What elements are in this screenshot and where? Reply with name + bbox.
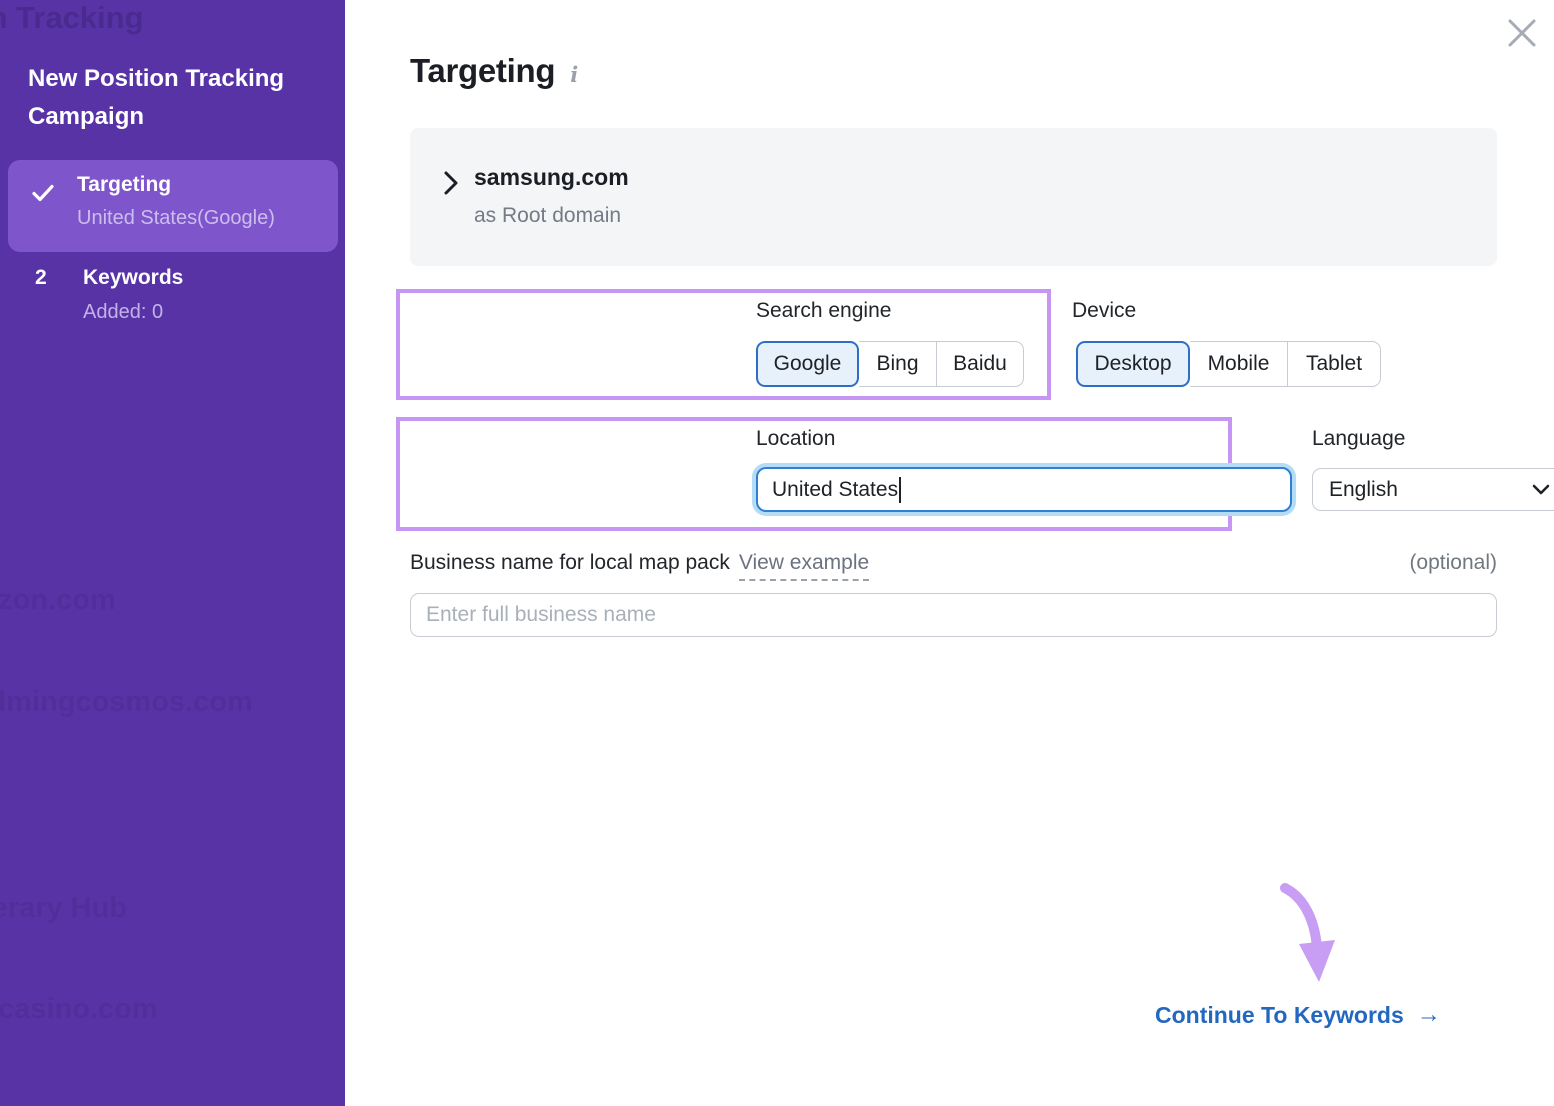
close-button[interactable] bbox=[1502, 13, 1542, 53]
sidebar-item-targeting[interactable]: Targeting United States(Google) bbox=[8, 160, 338, 252]
checkmark-icon bbox=[32, 184, 54, 202]
location-label: Location bbox=[756, 427, 835, 451]
search-engine-label: Search engine bbox=[756, 299, 891, 323]
view-example-link[interactable]: View example bbox=[739, 551, 869, 581]
step-targeting-summary: United States(Google) bbox=[77, 207, 275, 230]
background-ghost-text: ition Tracking bbox=[0, 0, 144, 36]
targeting-panel: Targeting i samsung.com as Root domain S… bbox=[345, 0, 1554, 1106]
background-ghost-text: ycasino.com bbox=[0, 993, 158, 1026]
device-segmented-control: Desktop Mobile Tablet bbox=[1076, 341, 1381, 387]
background-ghost-text: azon.com bbox=[0, 584, 116, 617]
step-keywords-number: 2 bbox=[35, 266, 47, 290]
step-keywords-summary: Added: 0 bbox=[83, 301, 163, 324]
close-icon bbox=[1506, 17, 1538, 49]
language-label: Language bbox=[1312, 427, 1405, 451]
optional-hint: (optional) bbox=[1409, 551, 1497, 575]
page-title: Targeting bbox=[410, 52, 555, 90]
continue-to-keywords-button[interactable]: Continue To Keywords → bbox=[1155, 1001, 1441, 1029]
tutorial-arrow-annotation bbox=[1275, 882, 1341, 994]
search-engine-option-google[interactable]: Google bbox=[756, 341, 859, 387]
domain-scope: as Root domain bbox=[474, 204, 621, 228]
business-name-label: Business name for local map pack bbox=[410, 551, 730, 575]
location-input[interactable]: United States bbox=[756, 467, 1292, 512]
sidebar-item-keywords[interactable]: 2 Keywords Added: 0 bbox=[0, 263, 345, 333]
location-value: United States bbox=[772, 478, 898, 502]
step-keywords-label: Keywords bbox=[83, 266, 183, 290]
campaign-steps-sidebar: ition Tracking azon.com almingcosmos.com… bbox=[0, 0, 345, 1106]
device-option-tablet[interactable]: Tablet bbox=[1288, 341, 1381, 387]
language-select[interactable]: English bbox=[1312, 468, 1554, 511]
arrow-right-icon: → bbox=[1417, 1001, 1441, 1029]
language-value: English bbox=[1329, 478, 1398, 502]
search-engine-option-bing[interactable]: Bing bbox=[859, 341, 937, 387]
new-campaign-modal: ition Tracking azon.com almingcosmos.com… bbox=[0, 0, 1554, 1106]
background-ghost-text: terary Hub bbox=[0, 892, 127, 925]
chevron-right-icon bbox=[443, 170, 459, 196]
chevron-down-icon bbox=[1532, 484, 1550, 495]
device-option-mobile[interactable]: Mobile bbox=[1190, 341, 1288, 387]
target-domain: samsung.com bbox=[474, 164, 629, 191]
search-engine-option-baidu[interactable]: Baidu bbox=[937, 341, 1024, 387]
text-caret bbox=[899, 477, 901, 503]
search-engine-segmented-control: Google Bing Baidu bbox=[756, 341, 1024, 387]
step-targeting-label: Targeting bbox=[77, 173, 171, 197]
device-label: Device bbox=[1072, 299, 1136, 323]
device-option-desktop[interactable]: Desktop bbox=[1076, 341, 1190, 387]
continue-label: Continue To Keywords bbox=[1155, 1002, 1404, 1029]
business-name-input[interactable] bbox=[410, 593, 1497, 637]
domain-summary-card[interactable]: samsung.com as Root domain bbox=[410, 128, 1497, 266]
background-ghost-text: almingcosmos.com bbox=[0, 686, 253, 719]
info-icon[interactable]: i bbox=[570, 62, 578, 87]
wizard-title: New Position Tracking Campaign bbox=[28, 60, 323, 136]
